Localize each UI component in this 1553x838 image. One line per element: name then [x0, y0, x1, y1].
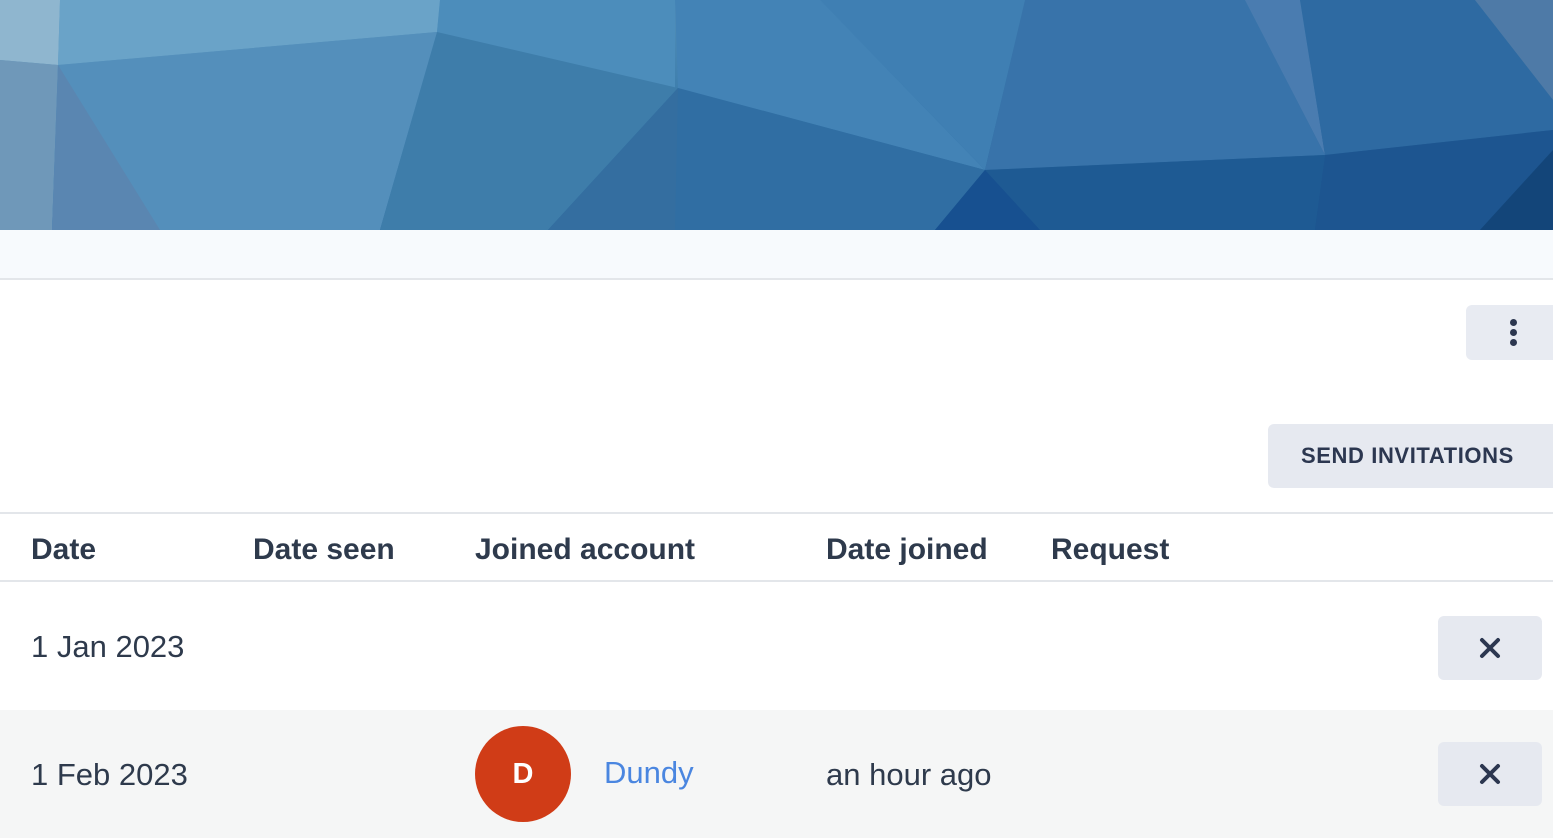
more-vertical-icon — [1510, 319, 1518, 347]
column-header-date-joined[interactable]: Date joined — [826, 533, 988, 567]
sub-header-bar — [0, 230, 1553, 280]
close-icon — [1480, 764, 1500, 784]
table-row: 1 Jan 2023 — [0, 582, 1553, 710]
joined-account-link[interactable]: Dundy — [604, 755, 694, 791]
polygon-background — [0, 0, 1553, 230]
more-options-button[interactable] — [1466, 305, 1553, 360]
remove-invitation-button[interactable] — [1438, 742, 1542, 806]
column-header-joined-account[interactable]: Joined account — [475, 533, 695, 567]
avatar[interactable]: D — [475, 726, 571, 822]
table-row: 1 Feb 2023 D Dundy an hour ago — [0, 710, 1553, 838]
header-banner — [0, 0, 1553, 230]
invitations-table: Date Date seen Joined account Date joine… — [0, 512, 1553, 838]
row-date: 1 Feb 2023 — [31, 757, 188, 792]
row-date-joined: an hour ago — [826, 757, 992, 792]
send-invitations-button[interactable]: SEND INVITATIONS — [1268, 424, 1553, 488]
row-date: 1 Jan 2023 — [31, 629, 185, 664]
column-header-request[interactable]: Request — [1051, 533, 1169, 567]
column-header-date[interactable]: Date — [31, 533, 96, 567]
table-header: Date Date seen Joined account Date joine… — [0, 512, 1553, 582]
remove-invitation-button[interactable] — [1438, 616, 1542, 680]
close-icon — [1480, 638, 1500, 658]
column-header-date-seen[interactable]: Date seen — [253, 533, 395, 567]
